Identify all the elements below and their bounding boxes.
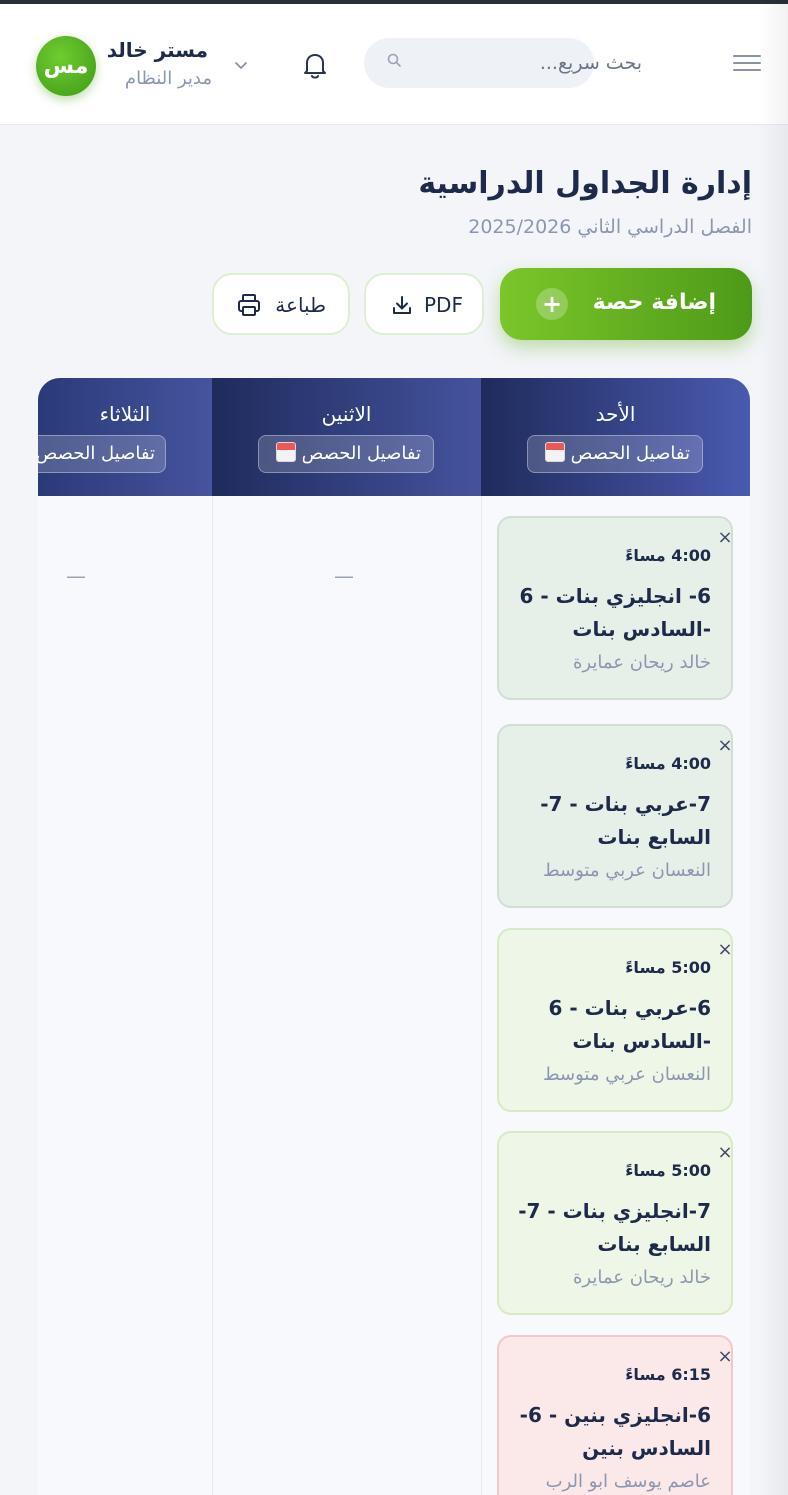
session-card[interactable]: × 5:00 مساءً 7-انجليزي بنات - 7- السابع … [497, 1131, 733, 1315]
pdf-button[interactable]: PDF [364, 273, 484, 335]
day-details-button[interactable]: تفاصيل الحصص [38, 435, 166, 473]
session-teacher: خالد ريحان عمايرة [572, 652, 711, 673]
add-session-button[interactable]: إضافة حصة + [500, 268, 752, 340]
session-card[interactable]: × 4:00 مساءً 7-عربي بنات - 7- السابع بنا… [497, 724, 733, 908]
calendar-icon [544, 442, 565, 462]
print-button[interactable]: طباعة [212, 273, 350, 335]
pdf-label: PDF [424, 293, 463, 317]
close-icon[interactable]: × [715, 736, 735, 756]
app-frame: مستر خالد مدير النظام مس إدارة الجداول ا… [0, 0, 788, 1495]
empty-marker: — [66, 564, 86, 588]
page-title: إدارة الجداول الدراسية [418, 166, 752, 201]
day-name: الاثنين [321, 402, 372, 426]
day-name: الأحد [595, 402, 636, 426]
day-details-button[interactable]: تفاصيل الحصص [527, 435, 703, 473]
session-time: 5:00 مساءً [625, 958, 711, 977]
menu-icon[interactable] [730, 50, 764, 78]
close-icon[interactable]: × [715, 528, 735, 548]
page-subtitle: الفصل الدراسي الثاني 2025/2026 [468, 216, 752, 238]
download-icon [393, 296, 411, 314]
day-details-label: تفاصيل الحصص [570, 443, 690, 464]
user-role: مدير النظام [124, 68, 212, 89]
session-card[interactable]: × 6:15 مساءً 6-انجليزي بنين - 6- السادس … [497, 1335, 733, 1495]
search-icon [387, 53, 401, 67]
session-subject: 6-انجليزي بنين - 6- السادس بنين [519, 1403, 711, 1460]
day-details-label: تفاصيل الحصص [38, 443, 155, 464]
bell-icon[interactable] [298, 48, 332, 82]
edge-shadow [758, 0, 788, 1495]
avatar[interactable]: مس [36, 36, 96, 96]
printer-icon [238, 294, 260, 316]
session-subject: 7-انجليزي بنات - 7- السابع بنات [518, 1199, 711, 1256]
session-card[interactable]: × 5:00 مساءً 6-عربي بنات - 6 -السادس بنا… [497, 928, 733, 1112]
search-box[interactable] [364, 38, 650, 88]
session-time: 4:00 مساءً [625, 546, 711, 565]
session-teacher: خالد ريحان عمايرة [572, 1267, 711, 1288]
empty-marker: — [334, 564, 354, 588]
day-name: الثلاثاء [99, 402, 151, 426]
session-teacher: عاصم يوسف ابو الرب [545, 1471, 711, 1492]
close-icon[interactable]: × [715, 940, 735, 960]
top-header: مستر خالد مدير النظام مس [0, 4, 788, 125]
session-subject: 6-عربي بنات - 6 -السادس بنات [548, 996, 711, 1053]
session-time: 5:00 مساءً [625, 1161, 711, 1180]
schedule-header: الأحد تفاصيل الحصص الاثنين تفاصيل الحصص … [38, 378, 750, 496]
search-input[interactable] [400, 38, 650, 88]
day-header-sunday: الأحد تفاصيل الحصص [481, 378, 750, 496]
session-time: 4:00 مساءً [625, 754, 711, 773]
close-icon[interactable]: × [715, 1347, 735, 1367]
plus-icon: + [536, 288, 568, 320]
add-session-label: إضافة حصة [592, 290, 716, 315]
close-icon[interactable]: × [715, 1143, 735, 1163]
column-divider [212, 496, 213, 1495]
session-teacher: النعسان عربي متوسط [542, 1064, 711, 1085]
day-details-button[interactable]: تفاصيل الحصص [258, 435, 434, 473]
day-details-label: تفاصيل الحصص [301, 443, 421, 464]
session-subject: 7-عربي بنات - 7- السابع بنات [540, 792, 711, 849]
chevron-down-icon[interactable] [232, 56, 250, 74]
column-divider [481, 496, 482, 1495]
calendar-icon [275, 442, 296, 462]
session-subject: 6- انجليزي بنات - 6 -السادس بنات [519, 584, 711, 641]
session-card[interactable]: × 4:00 مساءً 6- انجليزي بنات - 6 -السادس… [497, 516, 733, 700]
schedule-table: الأحد تفاصيل الحصص الاثنين تفاصيل الحصص … [38, 378, 750, 1495]
user-name: مستر خالد [106, 38, 208, 62]
session-time: 6:15 مساءً [625, 1365, 711, 1384]
day-header-tuesday: الثلاثاء تفاصيل الحصص [38, 378, 212, 496]
day-header-monday: الاثنين تفاصيل الحصص [212, 378, 481, 496]
session-teacher: النعسان عربي متوسط [542, 860, 711, 881]
print-label: طباعة [275, 293, 326, 317]
